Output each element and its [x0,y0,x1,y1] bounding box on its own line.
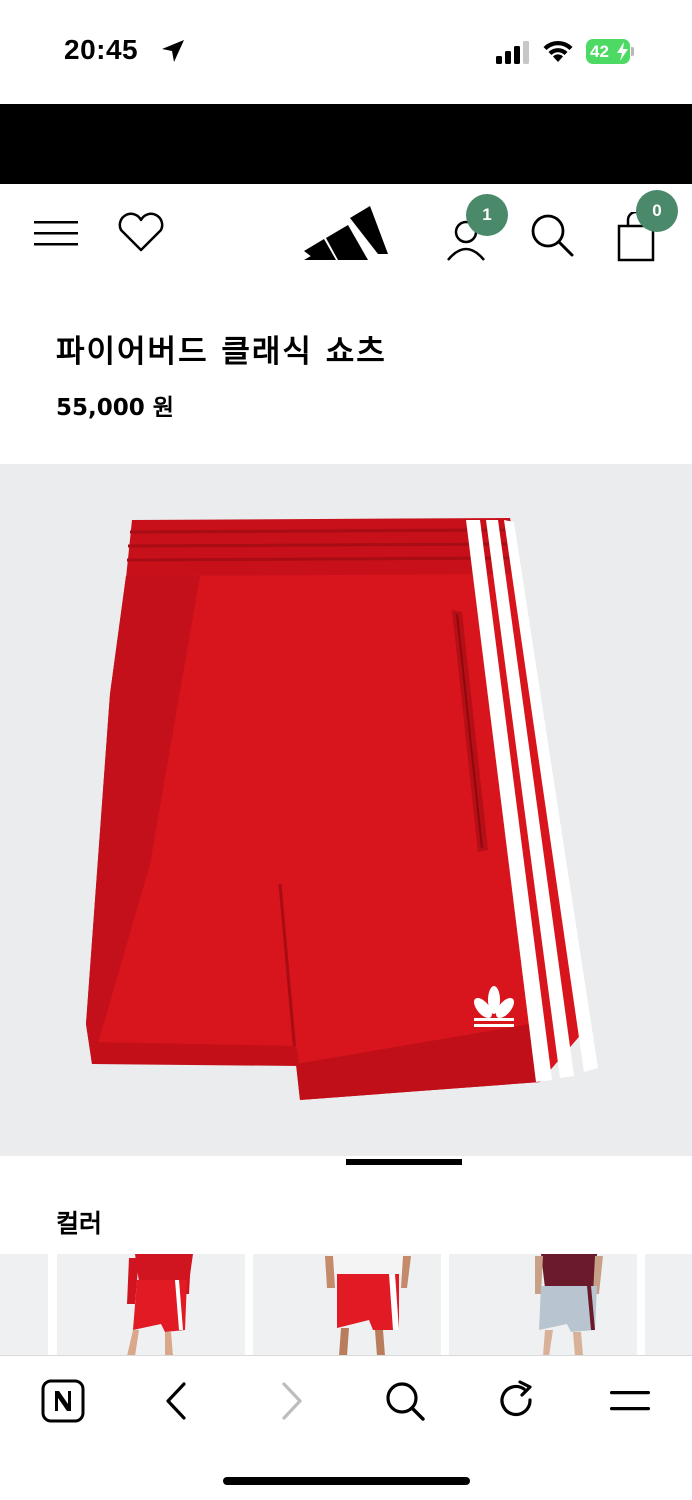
menu-icon[interactable] [608,1378,654,1424]
product-title: 파이어버드 클래식 쇼츠 [56,334,387,370]
forward-arrow-icon[interactable] [268,1378,314,1424]
account-badge: 1 [466,194,508,236]
red-shorts-illustration [86,518,598,1100]
account-button[interactable]: 1 [444,194,508,262]
site-header: 1 0 [0,184,692,280]
home-indicator [223,1477,470,1485]
adidas-logo[interactable] [302,204,388,260]
color-swatch-row [0,1254,692,1356]
color-swatch-grey[interactable] [449,1254,637,1356]
red-shorts-white-top-thumbnail [325,1254,411,1356]
back-arrow-icon[interactable] [154,1378,200,1424]
product-price: 55,000 원 [56,395,174,421]
grey-shorts-maroon-top-thumbnail [535,1254,603,1356]
battery-charging-icon: 42 [586,39,634,64]
refresh-icon[interactable] [494,1378,540,1424]
naver-n-icon[interactable] [40,1378,86,1424]
heart-icon[interactable] [116,212,166,254]
cellular-signal-icon [496,41,529,64]
color-swatch-red-white[interactable] [253,1254,441,1356]
status-time: 20:45 [64,34,139,65]
color-swatch-red[interactable] [57,1254,245,1356]
product-image[interactable] [0,464,692,1156]
location-arrow-icon [162,40,184,62]
carousel-indicator [346,1159,462,1165]
status-bar: 20:45 42 [0,0,692,104]
hamburger-menu-icon[interactable] [34,218,78,248]
charging-bolt-icon [617,42,628,61]
search-icon[interactable] [528,212,576,258]
search-icon[interactable] [382,1378,428,1424]
wifi-icon [543,40,573,62]
color-swatch-partial-right[interactable] [645,1254,692,1356]
red-shorts-on-model-thumbnail [127,1254,193,1356]
color-swatch-partial-left[interactable] [0,1254,48,1356]
promo-banner[interactable] [0,104,692,184]
shopping-bag-button[interactable]: 0 [612,190,680,262]
bag-badge: 0 [636,190,678,232]
color-section-label: 컬러 [56,1209,103,1238]
